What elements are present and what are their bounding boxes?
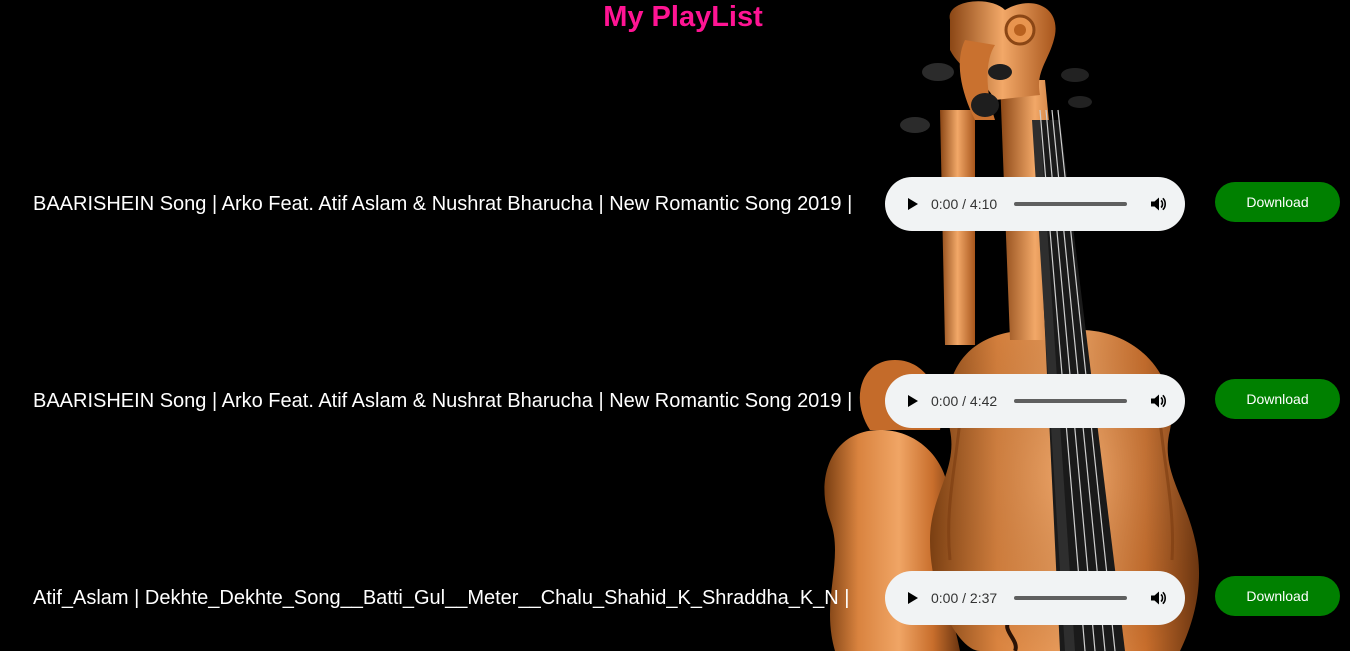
page-title: My PlayList (603, 1, 763, 33)
audio-player[interactable]: 0:00 / 4:10 (885, 177, 1185, 231)
playlist-item: Atif_Aslam | Dekhte_Dekhte_Song__Batti_G… (0, 571, 1350, 625)
audio-player[interactable]: 0:00 / 4:42 (885, 374, 1185, 428)
audio-time: 0:00 / 4:10 (931, 196, 998, 212)
download-button[interactable]: Download (1215, 182, 1340, 222)
volume-icon[interactable] (1148, 391, 1168, 411)
audio-time: 0:00 / 4:42 (931, 393, 998, 409)
page: My PlayList BAARISHEIN Song | Arko Feat.… (0, 0, 1350, 651)
song-title: BAARISHEIN Song | Arko Feat. Atif Aslam … (33, 390, 853, 412)
audio-progress-bar[interactable] (1014, 399, 1127, 403)
violin-background-image (824, 1, 1200, 651)
play-icon[interactable] (903, 392, 921, 410)
playlist-item: BAARISHEIN Song | Arko Feat. Atif Aslam … (0, 374, 1350, 428)
playlist-item: BAARISHEIN Song | Arko Feat. Atif Aslam … (0, 177, 1350, 231)
audio-time: 0:00 / 2:37 (931, 590, 998, 606)
audio-progress-bar[interactable] (1014, 202, 1127, 206)
download-button[interactable]: Download (1215, 379, 1340, 419)
download-button[interactable]: Download (1215, 576, 1340, 616)
volume-icon[interactable] (1148, 194, 1168, 214)
play-icon[interactable] (903, 589, 921, 607)
audio-player[interactable]: 0:00 / 2:37 (885, 571, 1185, 625)
song-title: Atif_Aslam | Dekhte_Dekhte_Song__Batti_G… (33, 587, 850, 609)
song-title: BAARISHEIN Song | Arko Feat. Atif Aslam … (33, 193, 853, 215)
volume-icon[interactable] (1148, 588, 1168, 608)
play-icon[interactable] (903, 195, 921, 213)
audio-progress-bar[interactable] (1014, 596, 1127, 600)
